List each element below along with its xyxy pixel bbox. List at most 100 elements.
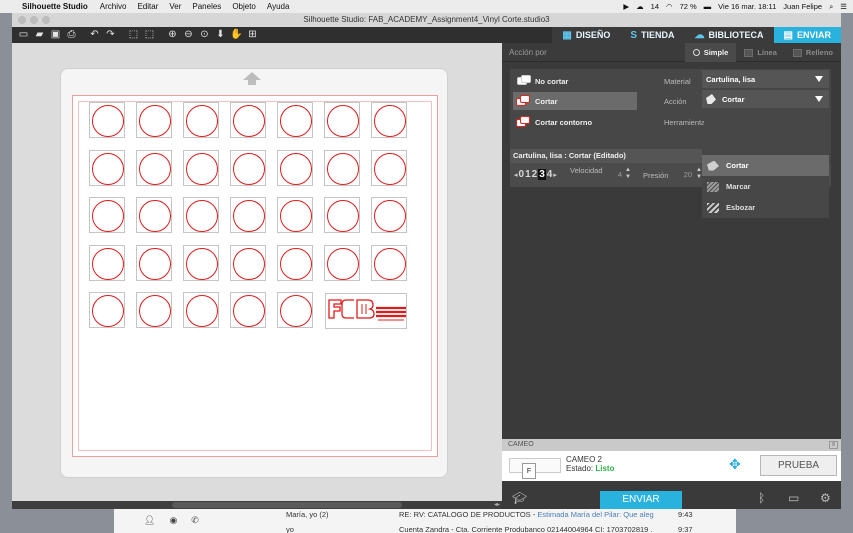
menu-option-esbozar[interactable]: Esbozar bbox=[702, 197, 829, 218]
zoom-select-icon[interactable]: ⊙ bbox=[197, 28, 212, 42]
send-button[interactable]: ENVIAR bbox=[600, 491, 682, 509]
pressure-value[interactable]: 20 bbox=[674, 170, 692, 181]
cloud-icon[interactable]: ☁ bbox=[636, 2, 644, 11]
menu-objeto[interactable]: Objeto bbox=[232, 2, 256, 11]
circle-cut-shape[interactable] bbox=[89, 244, 125, 281]
mode-relleno[interactable]: Relleno bbox=[785, 43, 841, 62]
circle-cut-shape[interactable] bbox=[89, 197, 125, 233]
circle-cut-shape[interactable] bbox=[371, 102, 407, 138]
pan-hand-icon[interactable]: ✋ bbox=[229, 28, 244, 42]
tab-tienda[interactable]: S TIENDA bbox=[620, 27, 685, 43]
scroll-thumb[interactable] bbox=[172, 502, 402, 508]
mode-linea[interactable]: Línea bbox=[736, 43, 785, 62]
option-cortar[interactable]: Cortar bbox=[513, 92, 637, 110]
move-arrows-icon[interactable]: ✥ bbox=[729, 456, 741, 473]
speed-stepper-icon[interactable]: ▲ ▼ bbox=[624, 167, 632, 181]
menu-editar[interactable]: Editar bbox=[137, 2, 158, 11]
user-label[interactable]: Juan Felipe bbox=[783, 2, 822, 11]
circle-cut-shape[interactable] bbox=[136, 197, 172, 233]
undo-icon[interactable]: ↶ bbox=[87, 28, 102, 42]
menu-list-icon[interactable]: ☰ bbox=[840, 2, 847, 11]
option-no-cortar[interactable]: No cortar bbox=[513, 72, 637, 90]
logo-shape[interactable] bbox=[325, 293, 407, 329]
search-icon[interactable]: ⌕ bbox=[829, 2, 833, 12]
circle-cut-shape[interactable] bbox=[136, 292, 172, 328]
new-file-icon[interactable]: ▭ bbox=[16, 28, 31, 42]
circle-cut-shape[interactable] bbox=[183, 244, 219, 281]
circle-cut-shape[interactable] bbox=[136, 102, 172, 138]
tab-diseno[interactable]: ▦ DISEÑO bbox=[552, 27, 621, 43]
battery-label[interactable]: 72 % bbox=[680, 2, 697, 11]
blade-depth-selector[interactable]: ◂ 0 1 2 3 4 ▸ bbox=[514, 169, 557, 180]
mail-row[interactable]: yo Cuenta Zandra - Cta. Corriente Produb… bbox=[114, 525, 736, 533]
circle-cut-shape[interactable] bbox=[324, 149, 360, 186]
chevron-left-icon[interactable]: ◂ bbox=[514, 171, 518, 179]
circle-cut-shape[interactable] bbox=[183, 292, 219, 328]
horizontal-scrollbar[interactable]: ◂▸ bbox=[12, 501, 502, 509]
speed-value[interactable]: 4 bbox=[604, 170, 622, 181]
design-canvas[interactable] bbox=[12, 43, 502, 501]
redo-icon[interactable]: ↷ bbox=[103, 28, 118, 42]
flag-icon[interactable]: ▬ bbox=[704, 2, 712, 11]
circle-cut-shape[interactable] bbox=[324, 197, 360, 233]
tab-enviar[interactable]: ▤ ENVIAR bbox=[773, 27, 841, 43]
circle-cut-shape[interactable] bbox=[230, 197, 266, 233]
circle-cut-shape[interactable] bbox=[277, 197, 313, 233]
bluetooth-icon[interactable]: ᛒ bbox=[758, 491, 765, 505]
circle-cut-shape[interactable] bbox=[230, 102, 266, 138]
circle-cut-shape[interactable] bbox=[89, 149, 125, 186]
play-icon[interactable]: ▶ bbox=[623, 2, 629, 11]
circle-cut-shape[interactable] bbox=[183, 197, 219, 233]
option-cortar-contorno[interactable]: Cortar contorno bbox=[513, 113, 637, 131]
circle-cut-shape[interactable] bbox=[324, 102, 360, 138]
print-icon[interactable]: ⎙ bbox=[64, 28, 79, 42]
circle-cut-shape[interactable] bbox=[324, 244, 360, 281]
material-dropdown[interactable]: Cartulina, lisa bbox=[702, 70, 829, 88]
circle-cut-shape[interactable] bbox=[371, 149, 407, 186]
circle-cut-shape[interactable] bbox=[89, 292, 125, 328]
menu-ver[interactable]: Ver bbox=[169, 2, 181, 11]
menu-archivo[interactable]: Archivo bbox=[100, 2, 127, 11]
zoom-out-icon[interactable]: ⊖ bbox=[181, 28, 196, 42]
circle-cut-shape[interactable] bbox=[277, 244, 313, 281]
save-icon[interactable]: ▣ bbox=[48, 28, 63, 42]
test-button[interactable]: PRUEBA bbox=[760, 455, 837, 476]
circle-cut-shape[interactable] bbox=[183, 149, 219, 186]
menu-app-name[interactable]: Silhouette Studio bbox=[22, 2, 88, 11]
move-down-icon[interactable]: ⬇ bbox=[213, 28, 228, 42]
open-folder-icon[interactable]: ▰ bbox=[32, 28, 47, 42]
scroll-arrows-icon[interactable]: ◂▸ bbox=[494, 501, 500, 508]
circle-cut-shape[interactable] bbox=[230, 292, 266, 328]
deselect-icon[interactable]: ⬚ bbox=[142, 28, 157, 42]
minimize-window-button[interactable] bbox=[30, 16, 38, 24]
zoom-window-button[interactable] bbox=[42, 16, 50, 24]
circle-cut-shape[interactable] bbox=[277, 292, 313, 328]
select-all-icon[interactable]: ⬚ bbox=[126, 28, 141, 42]
fit-page-icon[interactable]: ⊞ bbox=[245, 28, 260, 42]
mode-simple[interactable]: Simple bbox=[684, 43, 737, 62]
circle-cut-shape[interactable] bbox=[136, 149, 172, 186]
circle-cut-shape[interactable] bbox=[183, 102, 219, 138]
circle-cut-shape[interactable] bbox=[371, 244, 407, 281]
gear-icon[interactable]: ⚙ bbox=[820, 491, 831, 505]
wifi-icon[interactable]: ◠ bbox=[666, 2, 673, 11]
menu-paneles[interactable]: Paneles bbox=[192, 2, 221, 11]
menu-option-marcar[interactable]: Marcar bbox=[702, 176, 829, 197]
circle-cut-shape[interactable] bbox=[371, 197, 407, 233]
adobe-count[interactable]: 14 bbox=[651, 2, 659, 11]
pin-icon[interactable]: ll bbox=[829, 441, 838, 449]
graduation-cap-icon[interactable]: 🎓︎ bbox=[512, 491, 527, 505]
circle-cut-shape[interactable] bbox=[277, 102, 313, 138]
menu-ayuda[interactable]: Ayuda bbox=[267, 2, 290, 11]
circle-cut-shape[interactable] bbox=[89, 102, 125, 138]
circle-cut-shape[interactable] bbox=[230, 244, 266, 281]
machine-icon[interactable]: ▭ bbox=[788, 491, 799, 505]
circle-cut-shape[interactable] bbox=[277, 149, 313, 186]
tab-biblioteca[interactable]: ☁ BIBLIOTECA bbox=[684, 27, 774, 43]
mail-row[interactable]: María, yo (2) RE: RV: CATALOGO DE PRODUC… bbox=[114, 510, 736, 522]
chevron-right-icon[interactable]: ▸ bbox=[553, 171, 557, 179]
zoom-in-icon[interactable]: ⊕ bbox=[165, 28, 180, 42]
circle-cut-shape[interactable] bbox=[230, 149, 266, 186]
close-window-button[interactable] bbox=[18, 16, 26, 24]
circle-cut-shape[interactable] bbox=[136, 244, 172, 281]
